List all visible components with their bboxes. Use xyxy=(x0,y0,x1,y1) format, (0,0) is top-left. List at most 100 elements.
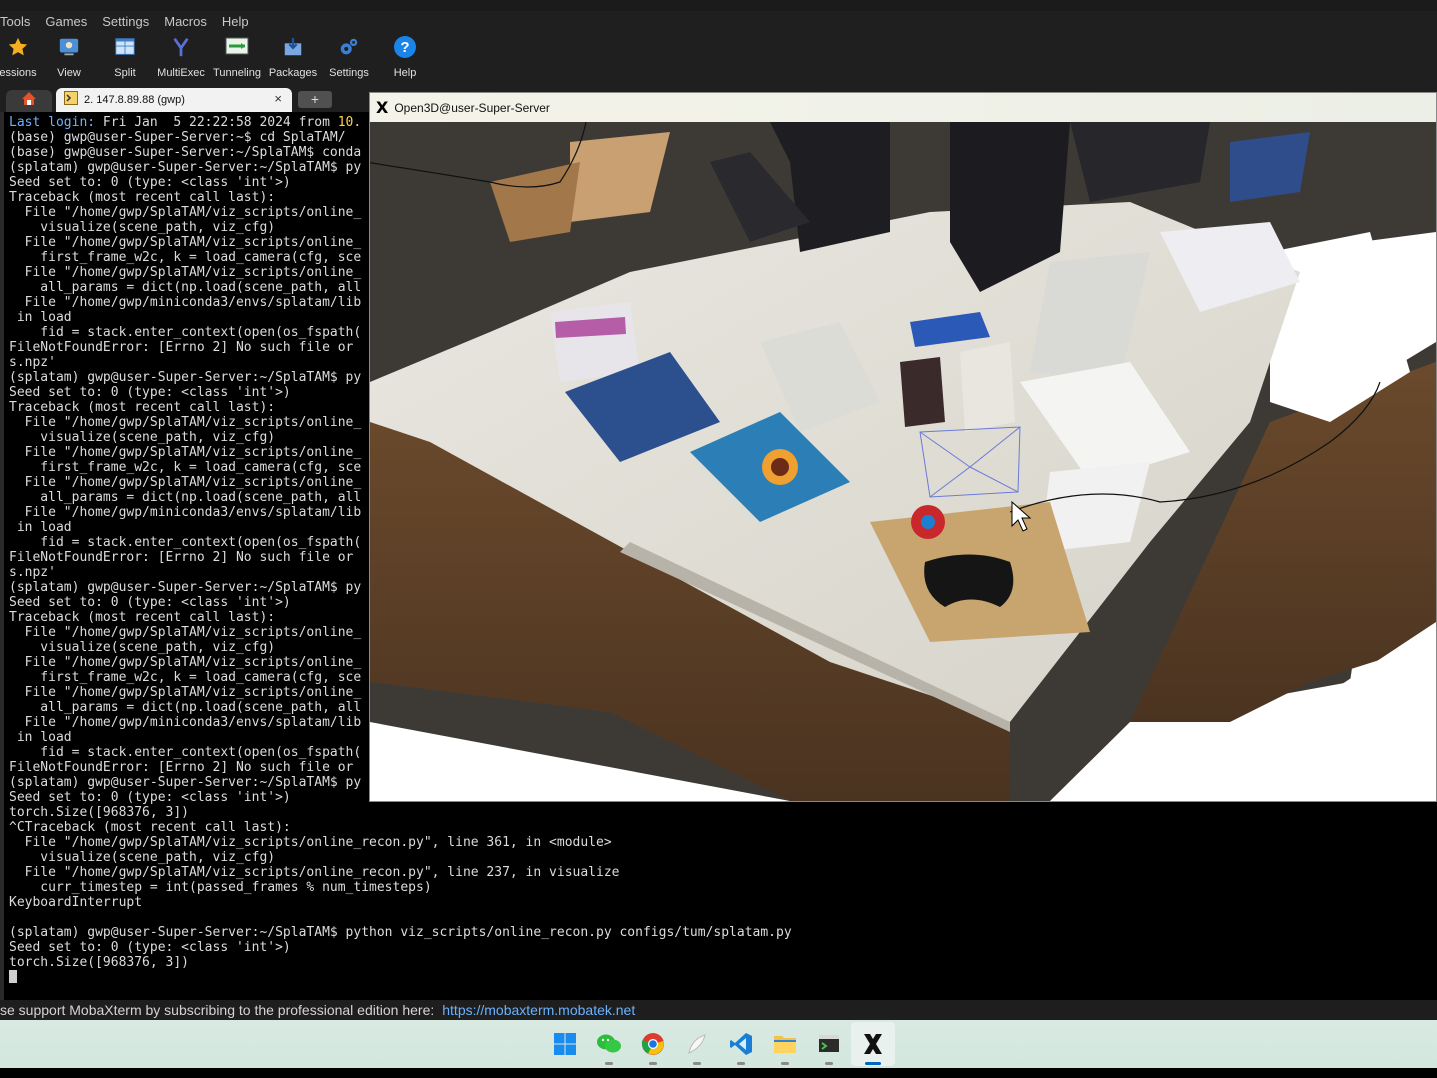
terminal-line-text: File "/home/gwp/SplaTAM/viz_scripts/onli… xyxy=(9,415,362,430)
terminal-line-text: first_frame_w2c, k = load_camera(cfg, sc… xyxy=(9,250,362,265)
session-tab[interactable]: 2. 147.8.89.88 (gwp) × xyxy=(56,88,292,112)
help-icon: ? xyxy=(393,35,417,59)
terminal-line-text: Traceback (most recent call last): xyxy=(9,610,276,625)
file-explorer-icon[interactable] xyxy=(763,1022,807,1066)
settings-button[interactable]: Settings xyxy=(326,31,372,87)
view-button[interactable]: View xyxy=(36,31,102,87)
open3d-titlebar[interactable]: X Open3D@user-Super-Server xyxy=(370,93,1436,122)
login-ip: 10. xyxy=(337,115,362,130)
packages-label: Packages xyxy=(268,67,318,79)
terminal-line-text: File "/home/gwp/SplaTAM/viz_scripts/onli… xyxy=(9,865,620,880)
new-tab-button[interactable]: + xyxy=(298,91,332,108)
split-icon xyxy=(113,35,137,59)
terminal-line: Seed set to: 0 (type: <class 'int'>) xyxy=(9,940,792,955)
terminal-line-text: File "/home/gwp/miniconda3/envs/splatam/… xyxy=(9,295,362,310)
session-tab-label: 2. 147.8.89.88 (gwp) xyxy=(84,94,185,106)
multiexec-button[interactable]: MultiExec xyxy=(148,31,214,87)
split-label: Split xyxy=(114,67,136,79)
home-tab[interactable] xyxy=(6,90,52,112)
terminal-line-text: torch.Size([968376, 3]) xyxy=(9,955,190,970)
terminal-line-text: File "/home/gwp/SplaTAM/viz_scripts/onli… xyxy=(9,655,362,670)
running-indicator xyxy=(692,1062,701,1065)
windows-taskbar xyxy=(0,1020,1437,1068)
running-indicator xyxy=(824,1062,833,1065)
open3d-3d-viewport[interactable] xyxy=(370,122,1436,801)
terminal-line-text: in load xyxy=(9,520,72,535)
vscode-icon[interactable] xyxy=(719,1022,763,1066)
toolbar: essions View Split MultiExec Tunneling P… xyxy=(0,31,1437,87)
help-button[interactable]: ? Help xyxy=(372,31,438,87)
terminal-line-text: all_params = dict(np.load(scene_path, al… xyxy=(9,280,362,295)
terminal-line-text: Seed set to: 0 (type: <class 'int'>) xyxy=(9,940,291,955)
terminal-line-text: (base) gwp@user-Super-Server:~$ cd SplaT… xyxy=(9,130,346,145)
terminal-line-text: visualize(scene_path, viz_cfg) xyxy=(9,430,276,445)
tunneling-button[interactable]: Tunneling xyxy=(213,31,261,87)
running-indicator xyxy=(780,1062,789,1065)
open3d-window-title: Open3D@user-Super-Server xyxy=(394,100,550,115)
menu-games[interactable]: Games xyxy=(45,14,94,29)
menu-help[interactable]: Help xyxy=(222,14,256,29)
sessions-label: essions xyxy=(0,67,37,79)
terminal-line: File "/home/gwp/SplaTAM/viz_scripts/onli… xyxy=(9,865,792,880)
xserver-icon[interactable] xyxy=(850,1022,895,1066)
terminal-line-text: File "/home/gwp/SplaTAM/viz_scripts/onli… xyxy=(9,445,362,460)
gears-icon xyxy=(337,35,361,59)
terminal-line-text: Seed set to: 0 (type: <class 'int'>) xyxy=(9,175,291,190)
terminal-line-text: File "/home/gwp/SplaTAM/viz_scripts/onli… xyxy=(9,235,362,250)
terminal-line-text: File "/home/gwp/SplaTAM/viz_scripts/onli… xyxy=(9,265,362,280)
mobatek-link[interactable]: https://mobaxterm.mobatek.net xyxy=(442,1002,635,1018)
windows-start-icon[interactable] xyxy=(543,1022,587,1066)
terminal-line-text: all_params = dict(np.load(scene_path, al… xyxy=(9,700,362,715)
terminal-line-text: Traceback (most recent call last): xyxy=(9,400,276,415)
open3d-window[interactable]: X Open3D@user-Super-Server xyxy=(369,92,1437,802)
menu-macros[interactable]: Macros xyxy=(164,14,214,29)
terminal-line: File "/home/gwp/SplaTAM/viz_scripts/onli… xyxy=(9,835,792,850)
view-icon xyxy=(57,35,81,59)
chrome-icon[interactable] xyxy=(631,1022,675,1066)
terminal-line-text: (splatam) gwp@user-Super-Server:~/SplaTA… xyxy=(9,160,362,175)
terminal-line-text: first_frame_w2c, k = load_camera(cfg, sc… xyxy=(9,670,362,685)
terminal-line-text: Traceback (most recent call last): xyxy=(9,190,276,205)
sessions-button[interactable]: essions xyxy=(0,31,37,87)
terminal-line-text: visualize(scene_path, viz_cfg) xyxy=(9,640,276,655)
feather-app-icon[interactable] xyxy=(675,1022,719,1066)
multiexec-icon xyxy=(169,35,193,59)
star-icon xyxy=(6,35,30,59)
terminal-line: (splatam) gwp@user-Super-Server:~/SplaTA… xyxy=(9,925,792,940)
terminal-line-text: File "/home/gwp/miniconda3/envs/splatam/… xyxy=(9,715,362,730)
terminal-line-text: Seed set to: 0 (type: <class 'int'>) xyxy=(9,385,291,400)
home-icon xyxy=(21,91,37,111)
terminal-line-text: FileNotFoundError: [Errno 2] No such fil… xyxy=(9,340,354,355)
svg-text:?: ? xyxy=(400,39,409,56)
tunneling-icon xyxy=(225,35,249,59)
terminal-line-text: File "/home/gwp/SplaTAM/viz_scripts/onli… xyxy=(9,475,362,490)
terminal-line-text: s.npz' xyxy=(9,565,56,580)
terminal-line-text: File "/home/gwp/miniconda3/envs/splatam/… xyxy=(9,505,362,520)
running-indicator xyxy=(736,1062,745,1065)
close-tab-icon[interactable]: × xyxy=(274,91,282,106)
menu-tools[interactable]: Tools xyxy=(0,14,37,29)
terminal-line-text: s.npz' xyxy=(9,355,56,370)
terminal-line: torch.Size([968376, 3]) xyxy=(9,955,792,970)
split-button[interactable]: Split xyxy=(102,31,148,87)
terminal-line-text: fid = stack.enter_context(open(os_fspath… xyxy=(9,535,362,550)
view-label: View xyxy=(57,67,81,79)
help-label: Help xyxy=(393,67,417,79)
terminal-cursor xyxy=(9,970,17,983)
mobaxterm-icon[interactable] xyxy=(807,1022,851,1066)
terminal-session-icon xyxy=(64,90,78,110)
packages-button[interactable]: Packages xyxy=(260,31,326,87)
terminal-line-text: visualize(scene_path, viz_cfg) xyxy=(9,850,276,865)
point-cloud-render xyxy=(370,122,1436,801)
terminal-line: curr_timestep = int(passed_frames % num_… xyxy=(9,880,792,895)
terminal-line-text: FileNotFoundError: [Errno 2] No such fil… xyxy=(9,550,354,565)
menu-settings[interactable]: Settings xyxy=(102,14,156,29)
terminal-line: visualize(scene_path, viz_cfg) xyxy=(9,850,792,865)
terminal-line-text: File "/home/gwp/SplaTAM/viz_scripts/onli… xyxy=(9,685,362,700)
wechat-icon[interactable] xyxy=(587,1022,631,1066)
terminal-line-text: fid = stack.enter_context(open(os_fspath… xyxy=(9,325,362,340)
terminal-line-text: File "/home/gwp/SplaTAM/viz_scripts/onli… xyxy=(9,835,612,850)
terminal-line-text: (splatam) gwp@user-Super-Server:~/SplaTA… xyxy=(9,370,362,385)
terminal-line-text: in load xyxy=(9,730,72,745)
terminal-line: KeyboardInterrupt xyxy=(9,895,792,910)
